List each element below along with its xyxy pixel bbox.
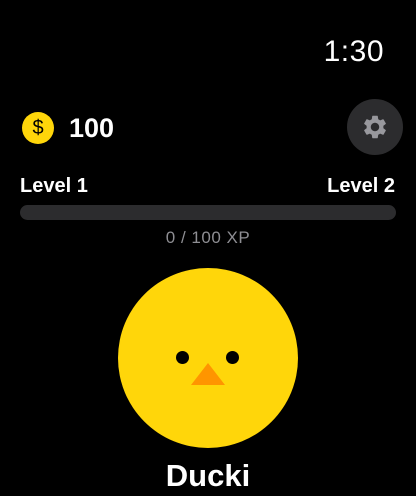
current-level-label: Level 1 (20, 175, 88, 197)
level-labels: Level 1 Level 2 (20, 174, 395, 198)
xp-progress-bar (20, 205, 396, 220)
settings-button[interactable] (347, 99, 403, 155)
duck-left-eye (176, 351, 189, 364)
coin-count: 100 (69, 112, 115, 143)
dollar-coin-icon: $ (22, 112, 54, 144)
pet-name: Ducki (165, 458, 251, 493)
currency-display: $ 100 (22, 111, 114, 145)
duck-right-eye (226, 351, 239, 364)
duck-beak (191, 363, 225, 385)
xp-counter: 0 / 100 XP (165, 228, 251, 247)
gear-icon (364, 115, 386, 139)
next-level-label: Level 2 (327, 175, 395, 197)
coin-symbol: $ (32, 116, 44, 139)
status-time: 1:30 (323, 35, 384, 68)
app-screen: 1:30 $ 100 Level 1 Level 2 0 / 100 XP Du… (0, 0, 416, 496)
duck-pet[interactable] (118, 268, 298, 448)
